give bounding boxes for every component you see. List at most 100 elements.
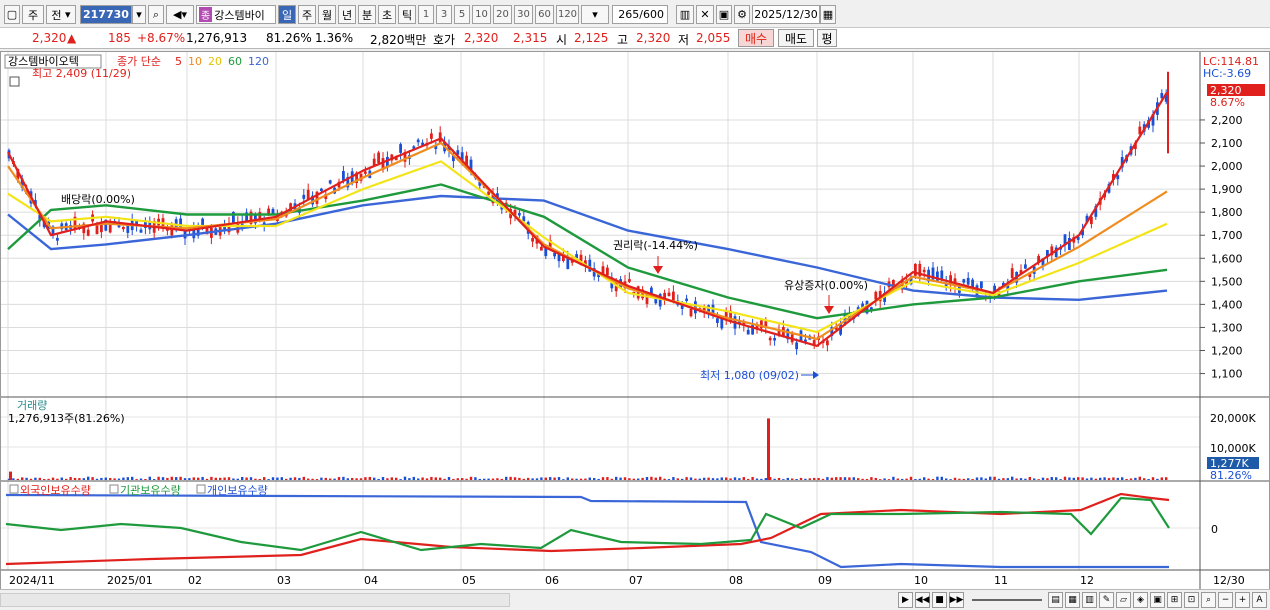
volume-bar — [197, 477, 200, 480]
timeframe-month[interactable]: 월 — [318, 5, 336, 24]
stop-button[interactable]: ■ — [932, 592, 947, 608]
timeframe-tick[interactable]: 틱 — [398, 5, 416, 24]
volume-bar — [716, 478, 719, 480]
dropdown-arrow-icon[interactable]: ▾ — [132, 5, 146, 24]
timeframe-day[interactable]: 일 — [278, 5, 296, 24]
tool-icon-6[interactable]: ⊡ — [1184, 592, 1199, 608]
chart-type-icon[interactable]: ▥ — [676, 5, 694, 24]
volume-bar — [16, 478, 19, 480]
volume-bar — [645, 477, 649, 480]
timeframe-minute[interactable]: 분 — [358, 5, 376, 24]
timeframe-week[interactable]: 주 — [298, 5, 316, 24]
period-button[interactable]: 주 — [22, 5, 44, 24]
stock-code-input[interactable]: 217730 — [80, 5, 132, 24]
volume-bar — [377, 478, 380, 480]
calendar-icon[interactable]: ▦ — [820, 5, 836, 24]
tool-icon-4[interactable]: ▣ — [1150, 592, 1165, 608]
crosshair-icon[interactable]: ✕ — [696, 5, 714, 24]
timeframe-second[interactable]: 초 — [378, 5, 396, 24]
save-icon[interactable]: ▣ — [716, 5, 732, 24]
prev-button[interactable]: 전 ▾ — [46, 5, 76, 24]
volume-bar — [175, 477, 178, 480]
timeframe-year[interactable]: 년 — [338, 5, 356, 24]
price-tick-label: 1,200 — [1211, 345, 1243, 358]
interval-dropdown[interactable]: ▾ — [581, 5, 609, 24]
interval-3[interactable]: 3 — [436, 5, 452, 24]
volume-bar — [870, 477, 873, 480]
evaluate-button[interactable]: 평 — [817, 29, 837, 47]
tool-icon-1[interactable]: ✎ — [1099, 592, 1114, 608]
volume-bar — [43, 479, 46, 480]
zoom-slider[interactable] — [972, 599, 1042, 601]
interval-30[interactable]: 30 — [514, 5, 533, 24]
volume-bar — [901, 478, 904, 480]
search-icon[interactable]: ⌕ — [148, 5, 164, 24]
volume-bar — [452, 478, 455, 480]
font-size-button[interactable]: A — [1252, 592, 1267, 608]
buy-button[interactable]: 매수 — [738, 29, 774, 47]
interval-1[interactable]: 1 — [418, 5, 434, 24]
volume-bar — [179, 476, 182, 480]
interval-5[interactable]: 5 — [454, 5, 470, 24]
sell-button[interactable]: 매도 — [778, 29, 814, 47]
volume-bar — [1019, 478, 1023, 480]
volume-bar — [1156, 478, 1159, 480]
magnifier-icon[interactable]: ⌕ — [1201, 592, 1216, 608]
forward-button[interactable]: ▶▶ — [949, 592, 964, 608]
event-capital-increase: 유상증자(0.00%) — [784, 279, 868, 292]
volume-bar — [681, 478, 684, 480]
volume-bar — [848, 477, 851, 480]
volume-bar — [408, 478, 411, 480]
volume-bar — [368, 476, 371, 480]
volume-bar — [95, 478, 99, 480]
rewind-button[interactable]: ◀◀ — [915, 592, 930, 608]
tool-icon-5[interactable]: ⊞ — [1167, 592, 1182, 608]
volume-bar — [1094, 478, 1097, 480]
candle-body — [126, 225, 130, 233]
ma-period-5: 5 — [175, 55, 182, 68]
count-field[interactable]: 265/600 — [612, 5, 668, 24]
volume-bar — [879, 479, 882, 480]
volume-bar — [302, 476, 305, 480]
volume-bar — [474, 477, 477, 480]
sound-icon[interactable]: ◀▾ — [166, 5, 194, 24]
window-icon[interactable]: ▢ — [4, 5, 20, 24]
volume-bar — [971, 479, 974, 480]
candle-body — [773, 338, 776, 341]
interval-10[interactable]: 10 — [472, 5, 491, 24]
tool-icon-2[interactable]: ▱ — [1116, 592, 1131, 608]
bid-price: 2,320 — [464, 31, 499, 45]
interval-20[interactable]: 20 — [493, 5, 512, 24]
price-tick-label: 1,400 — [1211, 298, 1243, 311]
horizontal-scrollbar[interactable] — [0, 593, 510, 607]
zoom-out-button[interactable]: − — [1218, 592, 1233, 608]
date-field[interactable]: 2025/12/30 — [752, 5, 820, 24]
layout-icon-2[interactable]: ▦ — [1065, 592, 1080, 608]
interval-60[interactable]: 60 — [535, 5, 554, 24]
volume-bar — [183, 478, 187, 480]
layout-icon-3[interactable]: ▥ — [1082, 592, 1097, 608]
bid-label: 호가 — [433, 33, 456, 47]
interval-120[interactable]: 120 — [556, 5, 579, 24]
stock-name-field[interactable]: 종 강스템바이 — [196, 5, 276, 24]
volume-bar — [333, 478, 336, 480]
volume-bar — [729, 478, 732, 480]
volume-bar — [711, 478, 715, 480]
gear-icon[interactable]: ⚙ — [734, 5, 750, 24]
volume-bar — [219, 477, 222, 480]
volume-bar — [289, 477, 292, 480]
volume-bar — [298, 477, 301, 480]
candle-body — [328, 180, 332, 184]
play-button[interactable]: ▶ — [898, 592, 913, 608]
zoom-in-button[interactable]: + — [1235, 592, 1250, 608]
volume-bar — [469, 476, 473, 480]
chart-area[interactable]: 강스템바이오텍 종가 단순 5 10 20 60 120 최고 2,409 (1… — [0, 51, 1270, 591]
volume-bar — [496, 478, 499, 480]
prev-label: 전 — [51, 8, 62, 22]
layout-icon-1[interactable]: ▤ — [1048, 592, 1063, 608]
volume-bar — [12, 478, 15, 480]
volume-bar — [663, 478, 666, 480]
stock-chart[interactable]: 강스템바이오텍 종가 단순 5 10 20 60 120 최고 2,409 (1… — [1, 52, 1269, 590]
volume-bar — [1050, 477, 1053, 480]
tool-icon-3[interactable]: ◈ — [1133, 592, 1148, 608]
